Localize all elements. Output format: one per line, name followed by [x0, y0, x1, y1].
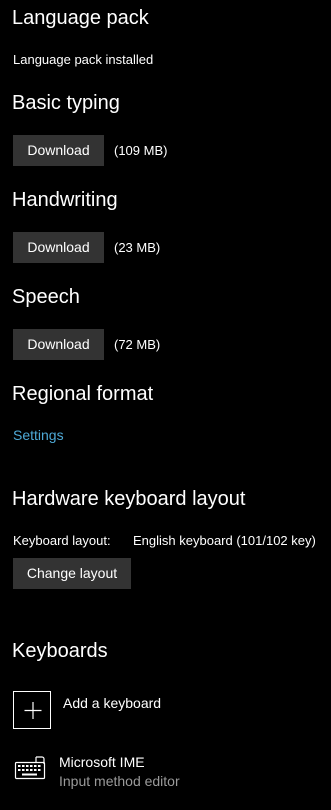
- regional-format-settings-link[interactable]: Settings: [13, 427, 64, 443]
- keyboard-item-name[interactable]: Microsoft IME: [59, 754, 145, 770]
- speech-download-button[interactable]: Download: [13, 329, 104, 360]
- speech-size: (72 MB): [114, 337, 161, 352]
- keyboard-layout-label: Keyboard layout:: [13, 533, 111, 548]
- change-layout-button[interactable]: Change layout: [13, 558, 131, 589]
- handwriting-size: (23 MB): [114, 240, 161, 255]
- handwriting-download-button[interactable]: Download: [13, 232, 104, 263]
- basic-typing-download-button[interactable]: Download: [13, 135, 104, 166]
- basic-typing-heading: Basic typing: [12, 92, 120, 114]
- add-keyboard-button[interactable]: [13, 691, 51, 729]
- basic-typing-size: (109 MB): [114, 143, 168, 158]
- add-keyboard-label[interactable]: Add a keyboard: [63, 695, 161, 711]
- keyboard-layout-value: English keyboard (101/102 key): [133, 533, 316, 548]
- keyboard-item-description: Input method editor: [59, 773, 180, 789]
- keyboard-icon: [14, 755, 48, 786]
- language-pack-heading: Language pack: [12, 7, 149, 29]
- language-options-page: Language pack Language pack installed Ba…: [0, 0, 331, 810]
- language-pack-status: Language pack installed: [13, 52, 154, 67]
- regional-format-heading: Regional format: [12, 383, 154, 405]
- speech-heading: Speech: [12, 286, 80, 308]
- hardware-keyboard-heading: Hardware keyboard layout: [12, 488, 246, 510]
- plus-icon: [24, 702, 42, 719]
- keyboards-heading: Keyboards: [12, 640, 108, 662]
- handwriting-heading: Handwriting: [12, 189, 118, 211]
